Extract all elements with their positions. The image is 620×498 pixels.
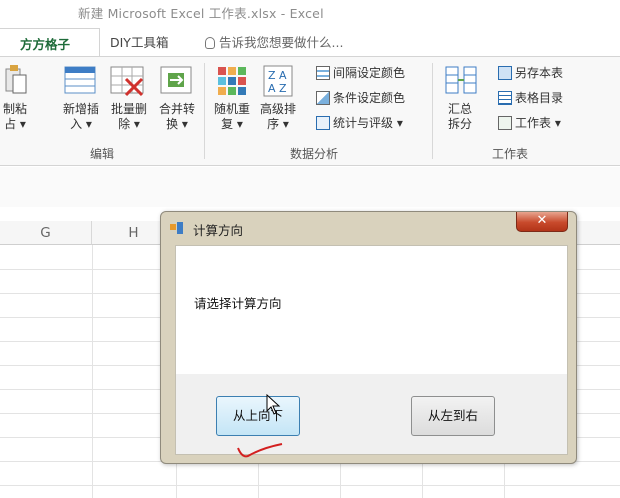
checkmark-annotation-icon	[237, 443, 283, 458]
tab-diy-toolbox[interactable]: DIY工具箱	[110, 32, 168, 51]
top-to-bottom-button[interactable]: 从上向下	[216, 396, 300, 436]
formula-bar-area	[0, 167, 620, 207]
table-directory-button[interactable]: 表格目录	[498, 88, 563, 108]
data-group-label: 数据分析	[290, 147, 339, 161]
random-repeat-icon	[218, 67, 246, 95]
summary-split-icon	[445, 66, 477, 94]
worksheet-group-label: 工作表	[492, 147, 529, 161]
dialog-title: 计算方向	[193, 223, 244, 238]
tell-me-label: 告诉我您想要做什么...	[219, 35, 344, 50]
calc-direction-dialog: 计算方向 ✕ 请选择计算方向 从上向下 从左到右	[160, 211, 577, 464]
tell-me-search[interactable]: 告诉我您想要做什么...	[205, 32, 343, 51]
dialog-title-bar[interactable]: 计算方向 ✕	[161, 212, 576, 244]
paste-icon	[5, 65, 27, 94]
left-to-right-button[interactable]: 从左到右	[411, 396, 495, 436]
interval-color-button[interactable]: 间隔设定颜色	[316, 63, 405, 83]
close-button[interactable]: ✕	[516, 212, 568, 232]
directory-icon	[498, 91, 512, 105]
paste-button[interactable]: 制粘 占 ▾	[0, 102, 30, 132]
condition-color-icon	[316, 91, 330, 105]
column-header-g[interactable]: G	[0, 221, 92, 245]
interval-color-icon	[316, 66, 330, 80]
group-divider	[204, 63, 205, 159]
ribbon: 制粘 占 ▾ 新增插 入 ▾ 批量删 除 ▾ 合并转 换 ▾ 编辑 随机重 复 …	[0, 56, 620, 166]
stats-rating-button[interactable]: 统计与评级 ▾	[316, 113, 403, 133]
app-icon	[170, 222, 183, 234]
insert-button[interactable]: 新增插 入 ▾	[56, 102, 106, 132]
save-sheet-as-button[interactable]: 另存本表	[498, 63, 563, 83]
condition-color-button[interactable]: 条件设定颜色	[316, 88, 405, 108]
window-title: 新建 Microsoft Excel 工作表.xlsx - Excel	[78, 6, 324, 21]
advanced-sort-button[interactable]: 高级排 序 ▾	[254, 102, 302, 132]
summary-split-button[interactable]: 汇总 拆分	[440, 102, 480, 132]
random-repeat-button[interactable]: 随机重 复 ▾	[208, 102, 256, 132]
title-bar: 新建 Microsoft Excel 工作表.xlsx - Excel	[0, 0, 620, 26]
dialog-content-panel: 请选择计算方向	[176, 246, 567, 374]
save-icon	[498, 66, 512, 80]
merge-convert-button[interactable]: 合并转 换 ▾	[152, 102, 202, 132]
worksheet-menu-button[interactable]: 工作表 ▾	[498, 113, 561, 133]
lightbulb-icon	[205, 37, 215, 49]
worksheet-icon	[498, 116, 512, 130]
ribbon-tabs: 方方格子 DIY工具箱 告诉我您想要做什么...	[0, 26, 620, 56]
dialog-body: 请选择计算方向 从上向下 从左到右	[175, 245, 568, 455]
batch-delete-icon	[110, 66, 144, 97]
dialog-prompt: 请选择计算方向	[194, 296, 282, 311]
stats-rating-icon	[316, 116, 330, 130]
mouse-cursor-icon	[266, 394, 281, 415]
tab-fangfangezi[interactable]: 方方格子	[0, 28, 100, 56]
advanced-sort-icon: Z A A Z	[263, 65, 293, 97]
grid-line	[0, 485, 620, 486]
batch-delete-button[interactable]: 批量删 除 ▾	[104, 102, 154, 132]
insert-rows-icon	[64, 66, 96, 94]
svg-text:Z A: Z A	[268, 69, 287, 82]
edit-group-label: 编辑	[90, 147, 115, 161]
grid-line	[92, 245, 93, 498]
group-divider	[432, 63, 433, 159]
svg-text:A Z: A Z	[268, 82, 287, 95]
merge-convert-icon	[160, 66, 192, 94]
